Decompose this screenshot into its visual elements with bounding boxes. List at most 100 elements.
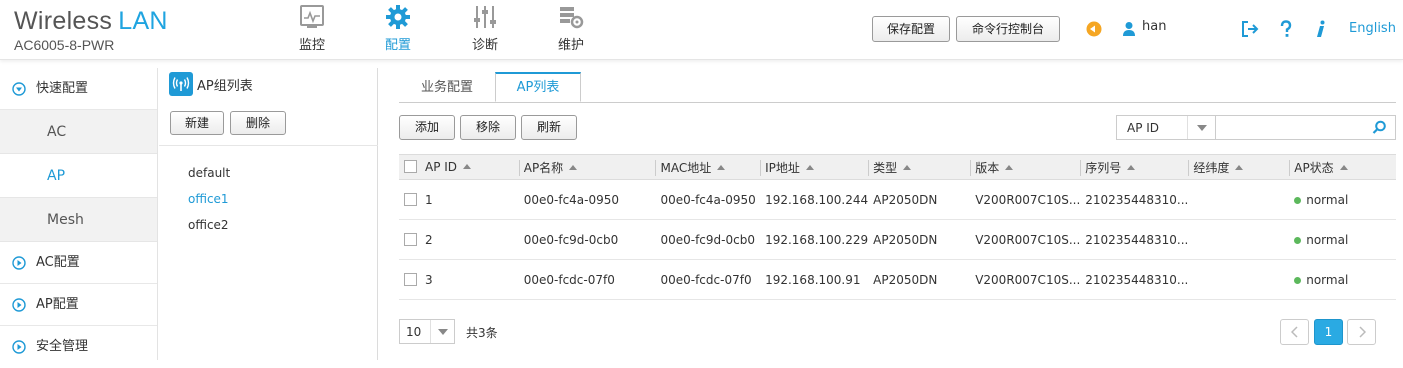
page-button-current[interactable]: 1: [1314, 319, 1343, 345]
cell-serial: 210235448310...: [1080, 179, 1189, 220]
col-status[interactable]: AP状态: [1289, 154, 1396, 180]
cell-geo: [1188, 219, 1290, 260]
table-row[interactable]: 3 00e0-fcdc-07f0 00e0-fcdc-07f0 192.168.…: [399, 259, 1396, 300]
nav-diagnose-label: 诊断: [471, 38, 498, 53]
menu-quick-config[interactable]: 快速配置: [0, 68, 157, 110]
col-type-label: 类型: [873, 160, 898, 175]
row-checkbox[interactable]: [404, 192, 417, 206]
search-input[interactable]: [1216, 116, 1366, 139]
new-group-button[interactable]: 新建: [170, 111, 224, 135]
table-row[interactable]: 1 00e0-fc4a-0950 00e0-fc4a-0950 192.168.…: [399, 179, 1396, 220]
col-ip[interactable]: IP地址: [760, 154, 869, 180]
cell-ap-id-value: 1: [425, 192, 433, 207]
cell-ap-name: 00e0-fcdc-07f0: [518, 259, 656, 300]
menu-sub-ap[interactable]: AP: [0, 154, 157, 198]
cell-serial: 210235448310...: [1080, 219, 1189, 260]
divider: [1188, 160, 1190, 176]
nav-monitor[interactable]: 监控: [282, 2, 342, 58]
col-ap-name[interactable]: AP名称: [518, 154, 656, 180]
help-icon[interactable]: [1280, 20, 1292, 38]
search-field-select[interactable]: AP ID: [1116, 115, 1216, 140]
cell-mac: 00e0-fc4a-0950: [655, 179, 761, 220]
cli-console-button[interactable]: 命令行控制台: [956, 16, 1060, 42]
page-size-select[interactable]: 10: [399, 319, 455, 344]
group-item-office1[interactable]: office1: [188, 192, 229, 206]
add-button[interactable]: 添加: [399, 115, 455, 140]
divider: [159, 145, 378, 146]
chevron-down-icon: [12, 81, 26, 96]
language-switch[interactable]: English: [1349, 21, 1396, 36]
menu-security[interactable]: 安全管理: [0, 326, 157, 368]
maintenance-icon: [560, 7, 584, 29]
cell-status-value: normal: [1306, 192, 1349, 207]
group-item-default[interactable]: default: [188, 166, 230, 180]
cell-ap-id-value: 2: [425, 232, 433, 247]
remove-button[interactable]: 移除: [460, 115, 516, 140]
col-version[interactable]: 版本: [970, 154, 1081, 180]
cell-status-value: normal: [1306, 232, 1349, 247]
next-page-button[interactable]: [1347, 319, 1376, 345]
nav-diagnose[interactable]: 诊断: [455, 2, 515, 58]
menu-quick-config-label: 快速配置: [36, 80, 89, 96]
group-item-office2[interactable]: office2: [188, 218, 229, 232]
cell-ap-id: 3: [399, 259, 519, 300]
col-mac[interactable]: MAC地址: [655, 154, 761, 180]
logout-icon[interactable]: [1241, 20, 1259, 38]
cell-ap-id-value: 3: [425, 272, 433, 287]
refresh-button[interactable]: 刷新: [521, 115, 577, 140]
nav-config-label: 配置: [384, 38, 411, 53]
cell-status: normal: [1289, 259, 1396, 300]
search-field-value: AP ID: [1127, 121, 1160, 135]
cell-ap-id: 1: [399, 179, 519, 220]
divider: [1080, 160, 1082, 176]
col-ap-name-label: AP名称: [523, 160, 564, 175]
row-checkbox[interactable]: [404, 272, 417, 286]
menu-ap-config[interactable]: AP配置: [0, 284, 157, 326]
device-model: AC6005-8-PWR: [14, 37, 115, 53]
cell-ip: 192.168.100.229: [760, 219, 869, 260]
select-all-checkbox[interactable]: [404, 160, 417, 173]
divider: [518, 160, 520, 176]
cell-version: V200R007C10S...: [970, 219, 1081, 260]
chevron-right-icon: [12, 297, 26, 312]
status-dot-icon: [1294, 236, 1302, 244]
nav-maintenance[interactable]: 维护: [541, 2, 601, 58]
col-geo[interactable]: 经纬度: [1188, 154, 1290, 180]
sort-asc-icon: [1235, 164, 1244, 170]
cell-ap-id: 2: [399, 219, 519, 260]
nav-config[interactable]: 配置: [368, 2, 428, 58]
delete-group-button[interactable]: 删除: [230, 111, 286, 135]
ap-table: AP ID AP名称 MAC地址 IP地址 类型 版本 序列号 经纬度 AP状态…: [399, 154, 1396, 300]
tab-service-config[interactable]: 业务配置: [399, 72, 495, 102]
col-serial[interactable]: 序列号: [1080, 154, 1189, 180]
status-dot-icon: [1294, 196, 1302, 204]
ap-group-panel: AP组列表 新建 删除 default office1 office2: [159, 68, 378, 360]
prev-page-button[interactable]: [1280, 319, 1309, 345]
sort-asc-icon: [1005, 164, 1014, 170]
sort-asc-icon: [717, 164, 726, 170]
alarm-icon[interactable]: [1086, 21, 1102, 37]
menu-ac-config[interactable]: AC配置: [0, 242, 157, 284]
chevron-right-icon: [12, 255, 26, 270]
wireless-icon: [169, 72, 193, 96]
search-icon[interactable]: [1372, 120, 1387, 135]
col-version-label: 版本: [975, 160, 1000, 175]
menu-ap-config-label: AP配置: [36, 296, 79, 312]
col-type[interactable]: 类型: [868, 154, 971, 180]
cell-version: V200R007C10S...: [970, 179, 1081, 220]
current-user[interactable]: han: [1142, 19, 1166, 34]
tab-ap-list[interactable]: AP列表: [495, 72, 581, 102]
info-icon[interactable]: [1316, 20, 1326, 38]
menu-sub-mesh[interactable]: Mesh: [0, 198, 157, 242]
cell-geo: [1188, 179, 1290, 220]
nav-monitor-label: 监控: [298, 38, 325, 53]
table-row[interactable]: 2 00e0-fc9d-0cb0 00e0-fc9d-0cb0 192.168.…: [399, 219, 1396, 260]
divider: [970, 160, 972, 176]
save-config-button[interactable]: 保存配置: [872, 16, 950, 42]
row-checkbox[interactable]: [404, 232, 417, 246]
menu-sub-ac[interactable]: AC: [0, 110, 157, 154]
col-ap-id[interactable]: AP ID: [399, 154, 519, 180]
sort-asc-icon: [903, 164, 912, 170]
cell-serial: 210235448310...: [1080, 259, 1189, 300]
user-icon: [1123, 22, 1135, 36]
